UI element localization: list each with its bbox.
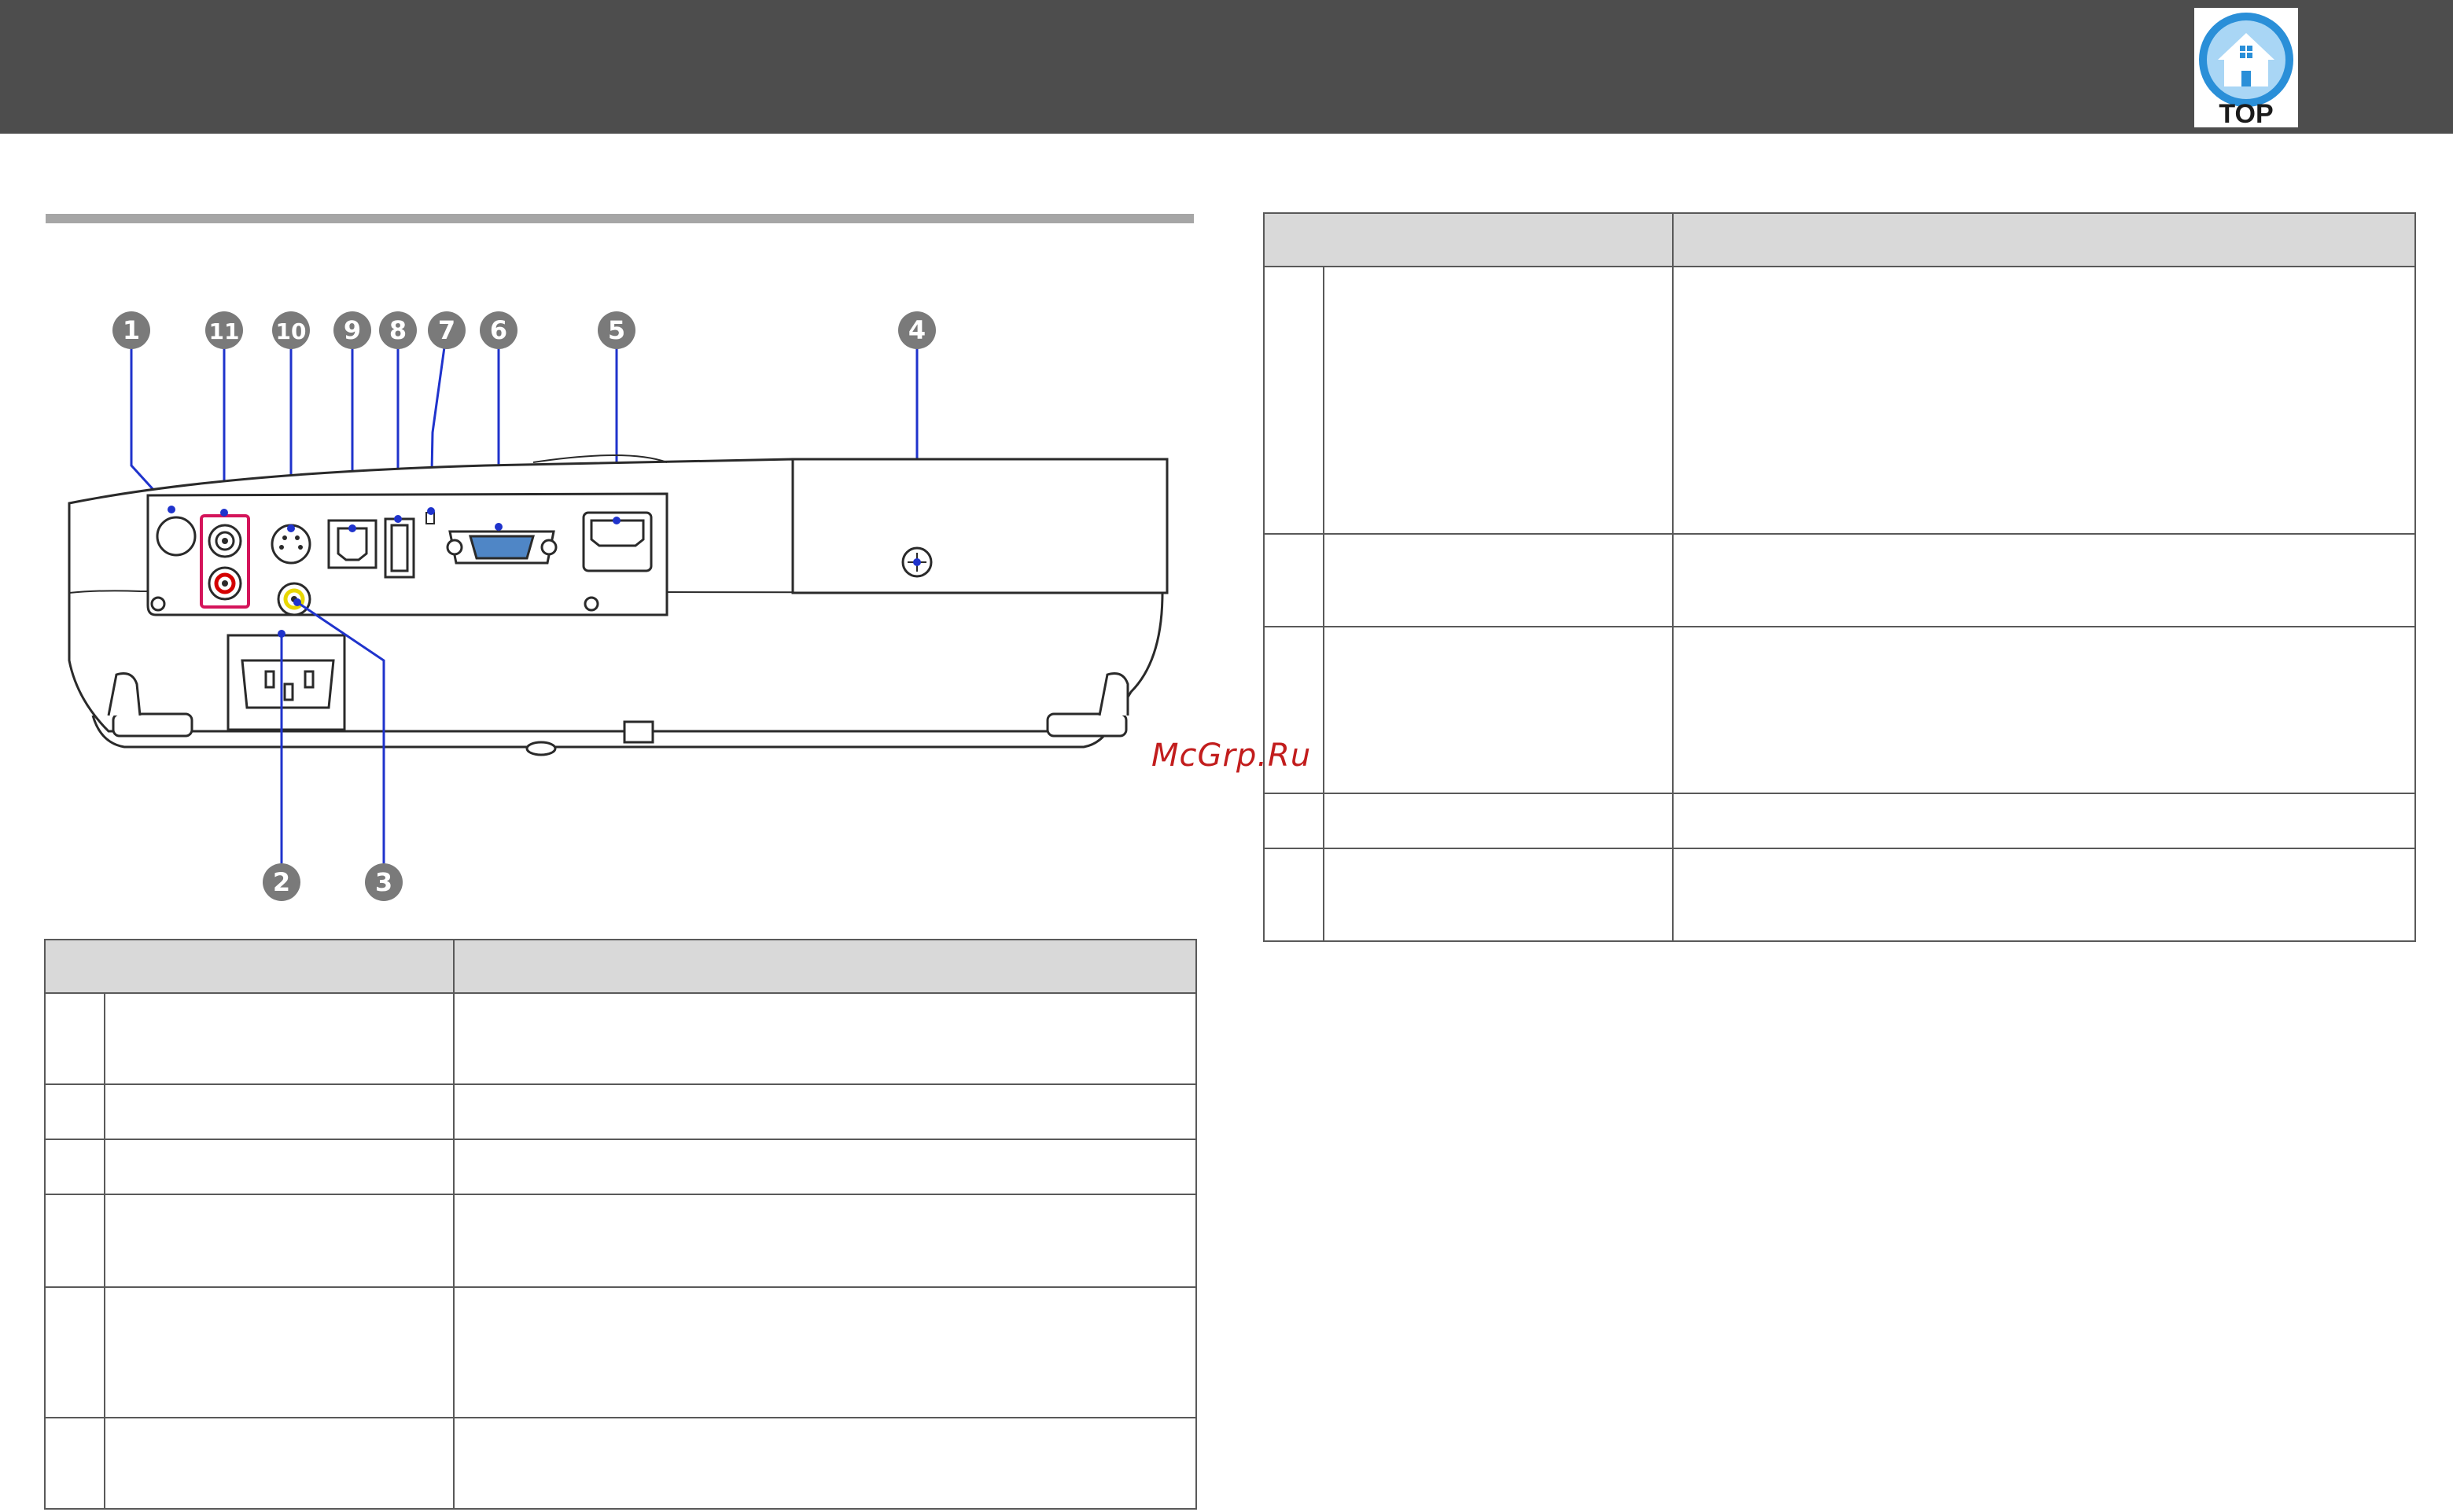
audio-port-red <box>208 566 242 601</box>
svg-text:7: 7 <box>438 315 455 345</box>
top-header-bar <box>0 0 2453 134</box>
table-row <box>1263 848 2416 942</box>
table-header-row <box>44 939 1197 994</box>
svg-text:6: 6 <box>490 315 507 345</box>
callout-3: 3 <box>365 863 403 901</box>
callout-9: 9 <box>333 311 371 349</box>
top-button[interactable]: TOP <box>2194 8 2298 127</box>
computer-port <box>446 530 558 565</box>
table-header-cell <box>453 939 1197 994</box>
callout-4: 4 <box>898 311 936 349</box>
svg-text:10: 10 <box>276 318 307 344</box>
table-row <box>44 1083 1197 1140</box>
remote-receiver <box>156 516 197 557</box>
projector-rear-diagram: 1 11 10 9 8 7 6 5 4 2 3 <box>68 311 1169 901</box>
table-row <box>44 1417 1197 1510</box>
callout-5: 5 <box>598 311 635 349</box>
table-header-row <box>1263 212 2416 267</box>
svg-text:1: 1 <box>123 315 140 345</box>
section-divider <box>46 214 1194 223</box>
video-port <box>277 582 311 616</box>
table-row <box>44 1139 1197 1195</box>
svg-text:5: 5 <box>608 315 625 345</box>
top-button-label: TOP <box>2219 99 2273 127</box>
audio-port-white <box>208 524 242 558</box>
svg-text:11: 11 <box>209 318 240 344</box>
table-row <box>1263 533 2416 627</box>
svg-text:8: 8 <box>389 315 407 345</box>
table-header-cell <box>1263 212 1674 267</box>
ports-table-right <box>1263 212 2416 942</box>
table-row <box>44 992 1197 1085</box>
leader-line-1 <box>130 330 173 511</box>
callout-7: 7 <box>428 311 466 349</box>
svg-text:9: 9 <box>344 315 361 345</box>
callout-6: 6 <box>480 311 517 349</box>
callout-11: 11 <box>205 311 243 349</box>
table-row <box>1263 626 2416 794</box>
usb-a-port <box>384 517 415 579</box>
table-row <box>44 1194 1197 1288</box>
callout-2: 2 <box>263 863 300 901</box>
table-row <box>44 1286 1197 1418</box>
callout-8: 8 <box>379 311 417 349</box>
svg-text:3: 3 <box>375 867 392 897</box>
callout-1: 1 <box>112 311 150 349</box>
callout-10: 10 <box>272 311 310 349</box>
table-row <box>1263 266 2416 535</box>
ports-table-left <box>44 939 1197 1510</box>
home-icon: TOP <box>2199 13 2293 127</box>
projector-body <box>68 454 1169 756</box>
table-header-cell <box>44 939 455 994</box>
table-header-cell <box>1672 212 2416 267</box>
table-row <box>1263 793 2416 849</box>
svg-text:4: 4 <box>908 315 926 345</box>
svg-text:2: 2 <box>273 867 290 897</box>
